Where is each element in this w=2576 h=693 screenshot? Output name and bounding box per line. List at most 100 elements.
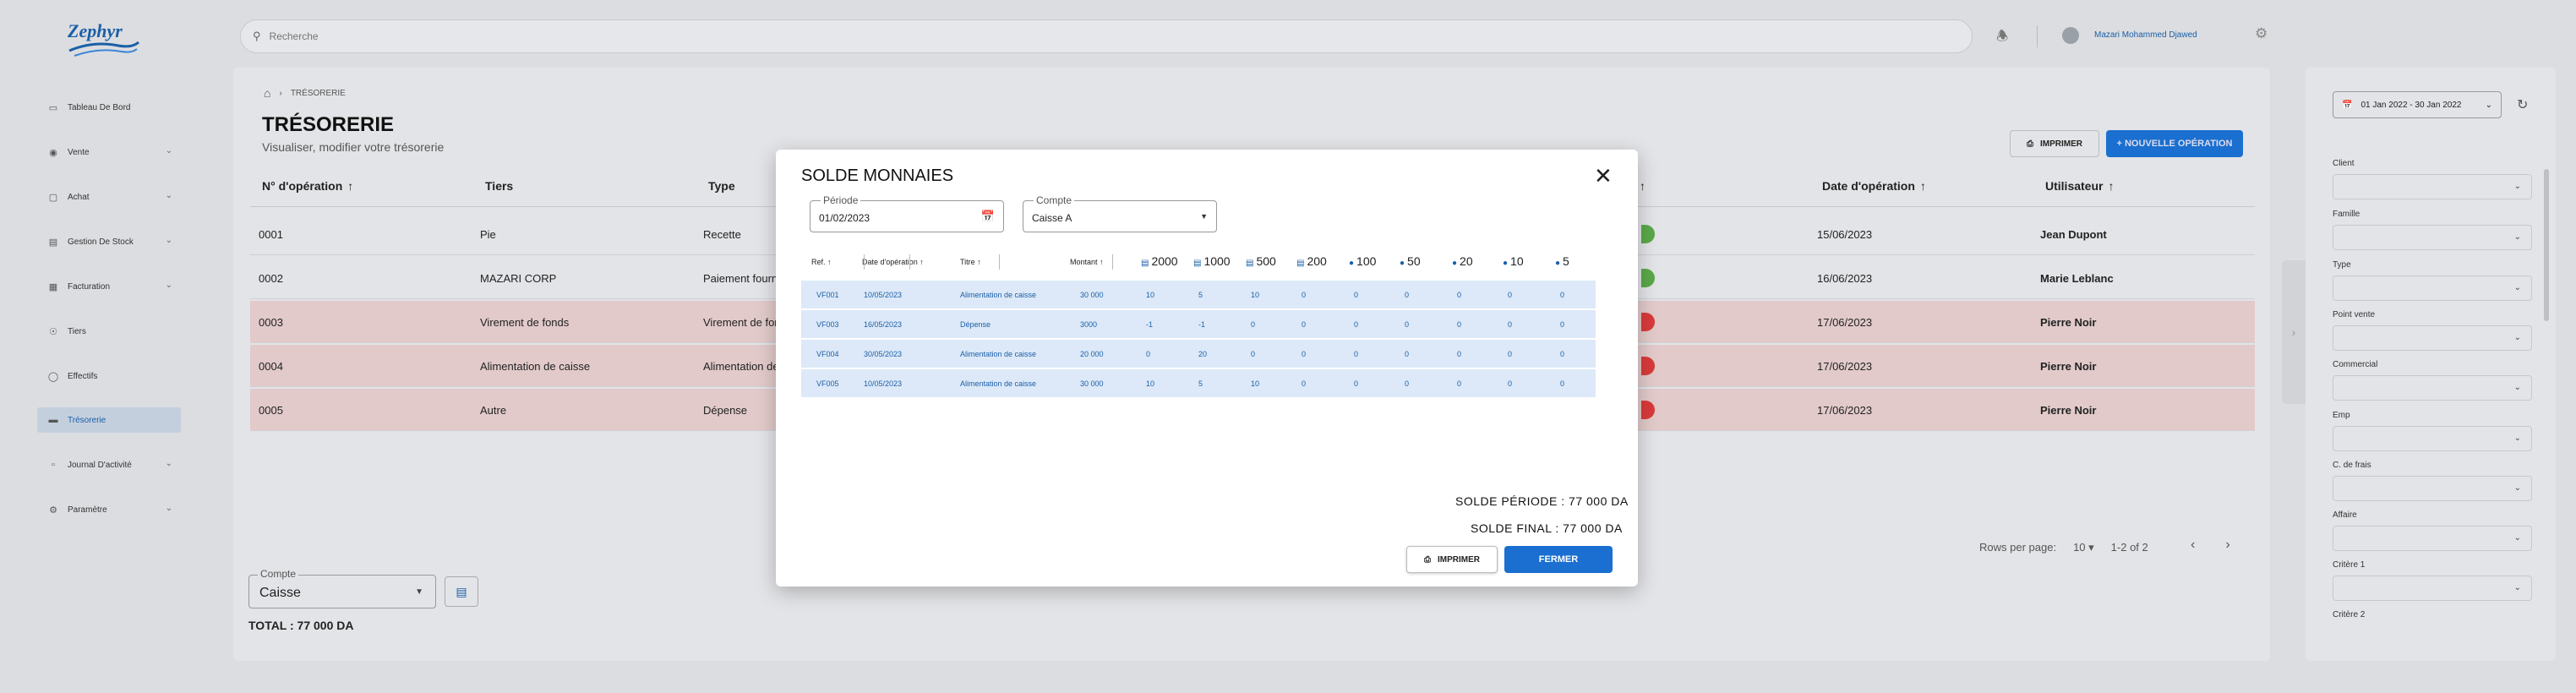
modal-table-row[interactable]: VF004 30/05/2023 Alimentation de caisse 20 … [801, 339, 1596, 368]
divider [864, 254, 865, 270]
denomination-header: ▤ 200 [1296, 254, 1327, 268]
denomination-header: ● 50 [1400, 254, 1421, 268]
cell-count: 0 [1457, 291, 1462, 299]
cell-count: 0 [1354, 320, 1359, 329]
cell-count: 0 [1146, 350, 1151, 358]
cell-count: 0 [1251, 320, 1256, 329]
modal-table-row[interactable]: VF001 10/05/2023 Alimentation de caisse 30 … [801, 280, 1596, 308]
coin-icon: ● [1400, 259, 1405, 268]
cell-count: 0 [1560, 379, 1565, 388]
cell-count: 0 [1457, 320, 1462, 329]
modal-table-row[interactable]: VF005 10/05/2023 Alimentation de caisse 30 … [801, 368, 1596, 397]
banknote-icon: ▤ [1193, 259, 1202, 268]
denomination-label: 500 [1256, 254, 1276, 268]
denomination-header: ▤ 2000 [1141, 254, 1178, 268]
solde-final: SOLDE FINAL : 77 000 DA [1471, 521, 1623, 535]
cell-montant: 30 000 [1080, 291, 1104, 299]
denomination-header: ▤ 500 [1246, 254, 1276, 268]
cell-count: 0 [1457, 379, 1462, 388]
fermer-button[interactable]: FERMER [1504, 546, 1613, 573]
cell-count: 10 [1146, 291, 1155, 299]
denomination-header: ● 100 [1349, 254, 1376, 268]
header-ref[interactable]: Ref. ↑ [811, 258, 832, 266]
header-titre[interactable]: Titre ↑ [960, 258, 981, 266]
compte-label: Compte [1034, 194, 1075, 206]
cell-count: 10 [1251, 291, 1260, 299]
header-montant[interactable]: Montant ↑ [1070, 258, 1104, 266]
divider [999, 254, 1000, 270]
cell-count: 0 [1354, 291, 1359, 299]
cell-montant: 3000 [1080, 320, 1098, 329]
cell-count: 0 [1508, 350, 1513, 358]
compte-value: Caisse A [1032, 212, 1072, 224]
modal-print-label: IMPRIMER [1438, 554, 1480, 565]
cell-ref: VF001 [816, 291, 839, 299]
cell-count: -1 [1198, 320, 1206, 329]
cell-count: 20 [1198, 350, 1208, 358]
caret-down-icon: ▼ [1200, 212, 1208, 221]
solde-periode: SOLDE PÉRIODE : 77 000 DA [1455, 494, 1629, 508]
cell-count: 0 [1302, 291, 1307, 299]
modal-table-row[interactable]: VF003 16/05/2023 Dépense 3000 -1 -1 0 0 0 0 0 0 0 [801, 309, 1596, 338]
denomination-label: 50 [1407, 254, 1421, 268]
cell-count: 0 [1560, 291, 1565, 299]
denomination-header: ▤ 1000 [1193, 254, 1231, 268]
coin-icon: ● [1503, 259, 1509, 268]
header-label: Ref. [811, 258, 826, 266]
header-label: Montant [1070, 258, 1098, 266]
denomination-label: 5 [1563, 254, 1569, 268]
divider [909, 254, 910, 270]
calendar-icon[interactable]: 📅 [981, 210, 995, 223]
cell-count: 0 [1560, 350, 1565, 358]
coin-icon: ● [1452, 259, 1458, 268]
denomination-label: 100 [1356, 254, 1377, 268]
coin-icon: ● [1555, 259, 1561, 268]
close-icon[interactable]: ✕ [1594, 165, 1613, 187]
denomination-label: 10 [1510, 254, 1524, 268]
modal-print-button[interactable]: ⎙ IMPRIMER [1406, 546, 1498, 573]
periode-value: 01/02/2023 [819, 212, 870, 224]
cell-ref: VF003 [816, 320, 839, 329]
banknote-icon: ▤ [1246, 259, 1254, 268]
modal-table-header: Ref. ↑ Date d'opération ↑ Titre ↑ Montan… [801, 253, 1596, 273]
solde-monnaies-modal: SOLDE MONNAIES ✕ Période 01/02/2023 📅 Co… [776, 150, 1638, 587]
modal-title: SOLDE MONNAIES [801, 166, 954, 185]
periode-field[interactable]: Période 01/02/2023 📅 [810, 194, 1004, 232]
cell-count: 10 [1146, 379, 1155, 388]
cell-count: 0 [1405, 379, 1410, 388]
cell-date: 10/05/2023 [864, 379, 903, 388]
cell-date: 16/05/2023 [864, 320, 903, 329]
cell-count: 0 [1405, 320, 1410, 329]
banknote-icon: ▤ [1296, 259, 1305, 268]
cell-count: 0 [1302, 320, 1307, 329]
cell-titre: Alimentation de caisse [960, 291, 1037, 299]
divider [1112, 254, 1113, 270]
denomination-label: 2000 [1151, 254, 1178, 268]
denomination-label: 200 [1307, 254, 1327, 268]
cell-count: 10 [1251, 379, 1260, 388]
denomination-label: 20 [1460, 254, 1473, 268]
cell-count: 0 [1302, 379, 1307, 388]
cell-montant: 30 000 [1080, 379, 1104, 388]
cell-count: 0 [1302, 350, 1307, 358]
cell-count: -1 [1146, 320, 1154, 329]
cell-titre: Dépense [960, 320, 991, 329]
cell-ref: VF005 [816, 379, 839, 388]
printer-icon: ⎙ [1424, 554, 1431, 565]
periode-label: Période [821, 194, 861, 206]
cell-count: 0 [1560, 320, 1565, 329]
header-date[interactable]: Date d'opération ↑ [862, 258, 924, 266]
cell-ref: VF004 [816, 350, 839, 358]
cell-count: 0 [1508, 291, 1513, 299]
denomination-header: ● 20 [1452, 254, 1473, 268]
coin-icon: ● [1349, 259, 1355, 268]
cell-count: 0 [1405, 291, 1410, 299]
compte-field[interactable]: Compte Caisse A ▼ [1023, 194, 1217, 232]
cell-count: 5 [1198, 291, 1203, 299]
cell-count: 5 [1198, 379, 1203, 388]
cell-count: 0 [1251, 350, 1256, 358]
cell-count: 0 [1354, 350, 1359, 358]
banknote-icon: ▤ [1141, 259, 1149, 268]
cell-count: 0 [1457, 350, 1462, 358]
denomination-label: 1000 [1203, 254, 1231, 268]
